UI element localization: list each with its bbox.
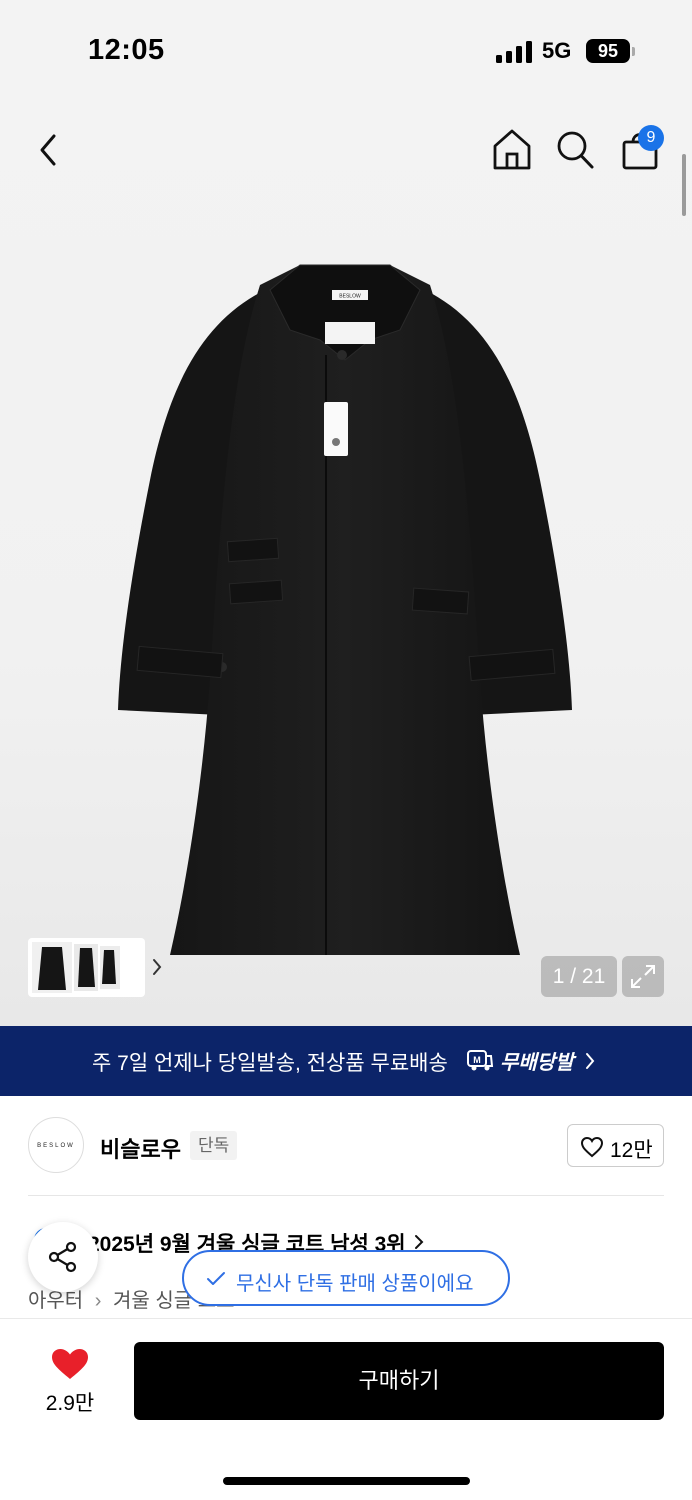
cart-count-badge: 9 [638,125,664,151]
expand-icon[interactable] [622,956,664,997]
check-icon [207,1272,225,1285]
status-time: 12:05 [88,34,165,66]
delivery-promo-banner[interactable]: 주 7일 언제나 당일발송, 전상품 무료배송 M 무배당발 [0,1026,692,1096]
buy-button[interactable]: 구매하기 [134,1342,664,1420]
thumbnail-strip[interactable] [28,938,162,997]
search-icon[interactable] [554,127,596,171]
status-bar: 12:05 5G 95 [0,0,692,100]
chevron-right-icon[interactable] [150,956,164,978]
heart-outline-icon [580,1136,604,1158]
share-button[interactable] [28,1222,98,1292]
brand-like-button[interactable]: 12만 [567,1124,664,1167]
product-image-coat: BESLOW [118,264,572,955]
promo-brand: 무배당발 [500,1052,574,1074]
chevron-left-icon[interactable] [30,128,70,172]
breadcrumb-item[interactable]: 아우터 [28,1290,83,1312]
bottom-action-bar: 2.9만 구매하기 [0,1318,692,1500]
brand-logo[interactable]: BESLOW [28,1117,84,1173]
exclusive-notice-pill[interactable]: 무신사 단독 판매 상품이에요 [182,1250,510,1306]
battery-icon: 95 [586,39,630,63]
thumbnail-images[interactable] [32,942,120,993]
network-label: 5G [542,38,572,63]
brand-like-count: 12만 [610,1139,653,1162]
battery-cap [632,47,635,56]
share-icon [48,1241,77,1273]
promo-text: 주 7일 언제나 당일발송, 전상품 무료배송 [92,1052,448,1075]
chevron-right-icon: › [94,1290,102,1312]
exclusive-notice-text: 무신사 단독 판매 상품이에요 [236,1273,474,1295]
truck-logo-icon: M [467,1050,494,1071]
wishlist-count: 2.9만 [45,1392,95,1415]
wishlist-button[interactable]: 2.9만 [30,1347,110,1417]
image-page-counter: 1 / 21 [541,956,617,997]
exclusive-tag: 단독 [190,1131,238,1160]
heart-filled-icon [52,1349,88,1379]
signal-icon [496,41,532,63]
svg-text:M: M [473,1055,481,1065]
chevron-right-icon[interactable] [414,1233,424,1251]
product-image-gallery[interactable]: BESLOW 1 / 21 [0,100,692,1026]
scroll-indicator[interactable] [682,154,686,216]
coat-neck-label: BESLOW [339,294,361,300]
brand-name[interactable]: 비슬로우 [100,1132,181,1164]
chevron-right-icon [586,1053,595,1069]
home-icon[interactable] [490,126,534,172]
home-indicator [223,1477,470,1485]
divider [28,1195,664,1196]
